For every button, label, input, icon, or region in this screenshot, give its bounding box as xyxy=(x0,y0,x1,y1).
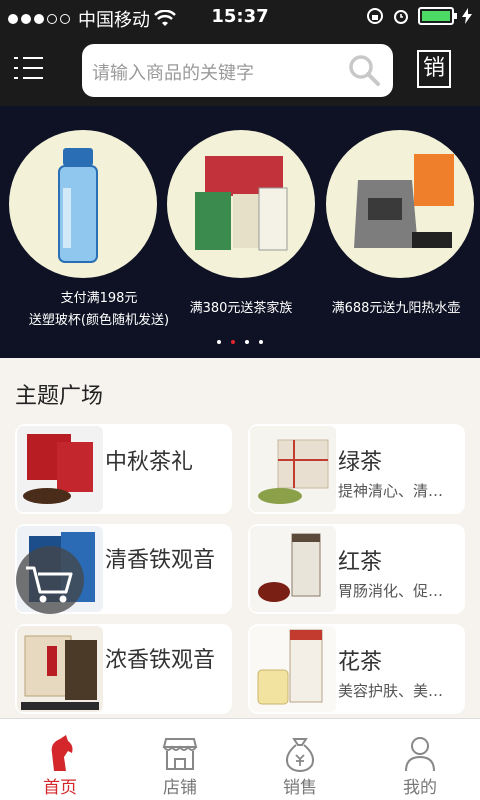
sales-button[interactable]: 销 xyxy=(417,50,451,88)
charging-icon xyxy=(462,8,472,24)
category-description: 提神清心、清… xyxy=(338,482,444,500)
category-description: 美容护肤、美… xyxy=(338,682,444,700)
category-thumbnail xyxy=(250,526,336,612)
category-title: 花茶 xyxy=(338,650,383,675)
tab-profile[interactable]: 我的 xyxy=(360,719,480,800)
tea-gift-set-image xyxy=(195,156,288,251)
category-title: 浓香铁观音 xyxy=(105,648,216,673)
tab-label: 我的 xyxy=(403,778,437,798)
category-card-strong-tieguanyin[interactable]: 浓香铁观音 xyxy=(15,624,232,714)
tab-label: 首页 xyxy=(43,778,77,798)
tab-sales[interactable]: 销售 xyxy=(240,719,360,800)
battery-icon xyxy=(418,7,457,25)
category-card-green-tea[interactable]: 绿茶 提神清心、清… xyxy=(248,424,465,514)
carousel-pager xyxy=(0,340,480,344)
pager-dot[interactable] xyxy=(259,340,263,344)
status-bar: 中国移动 15:37 xyxy=(0,0,480,36)
cart-button[interactable] xyxy=(16,546,84,614)
category-thumbnail xyxy=(17,426,103,512)
rotation-lock-icon xyxy=(367,8,383,24)
search-icon[interactable] xyxy=(347,53,381,87)
category-title: 红茶 xyxy=(338,550,383,575)
search-input[interactable]: 请输入商品的关键字 xyxy=(82,44,393,97)
promo-banner[interactable]: 支付满198元 送塑玻杯(颜色随机发送) 满380元送茶家族 满688元送九阳热… xyxy=(0,106,480,358)
promo-caption: 满688元送九阳热水壶 xyxy=(331,301,461,316)
category-thumbnail xyxy=(250,426,336,512)
category-title: 清香铁观音 xyxy=(105,548,216,573)
pager-dot[interactable] xyxy=(245,340,249,344)
money-bag-icon xyxy=(286,738,314,773)
kettle-image xyxy=(354,154,454,248)
category-thumbnail xyxy=(250,626,336,712)
pager-dot-active[interactable] xyxy=(231,340,235,344)
category-card-black-tea[interactable]: 红茶 胃肠消化、促… xyxy=(248,524,465,614)
nav-bar: 请输入商品的关键字 销 xyxy=(0,36,480,106)
category-title: 绿茶 xyxy=(338,450,383,475)
category-thumbnail xyxy=(17,626,103,712)
alarm-icon xyxy=(394,10,408,24)
promo-caption: 满380元送茶家族 xyxy=(189,301,293,316)
cart-icon xyxy=(26,566,73,603)
tab-label: 店铺 xyxy=(163,778,197,798)
tab-home[interactable]: 首页 xyxy=(0,719,120,800)
water-bottle-image xyxy=(58,148,98,263)
horse-head-icon xyxy=(51,735,73,771)
user-icon xyxy=(405,737,435,772)
category-card-flower-tea[interactable]: 花茶 美容护肤、美… xyxy=(248,624,465,714)
store-icon xyxy=(162,738,198,770)
tab-store[interactable]: 店铺 xyxy=(120,719,240,800)
search-placeholder: 请输入商品的关键字 xyxy=(92,63,254,84)
category-description: 胃肠消化、促… xyxy=(338,582,444,600)
category-card-mid-autumn[interactable]: 中秋茶礼 xyxy=(15,424,232,514)
category-title: 中秋茶礼 xyxy=(105,450,194,475)
bottom-tab-bar: 首页 店铺 销售 我的 xyxy=(0,718,480,800)
pager-dot[interactable] xyxy=(217,340,221,344)
section-title: 主题广场 xyxy=(15,384,104,409)
menu-icon[interactable] xyxy=(14,54,44,84)
tab-label: 销售 xyxy=(283,778,317,798)
